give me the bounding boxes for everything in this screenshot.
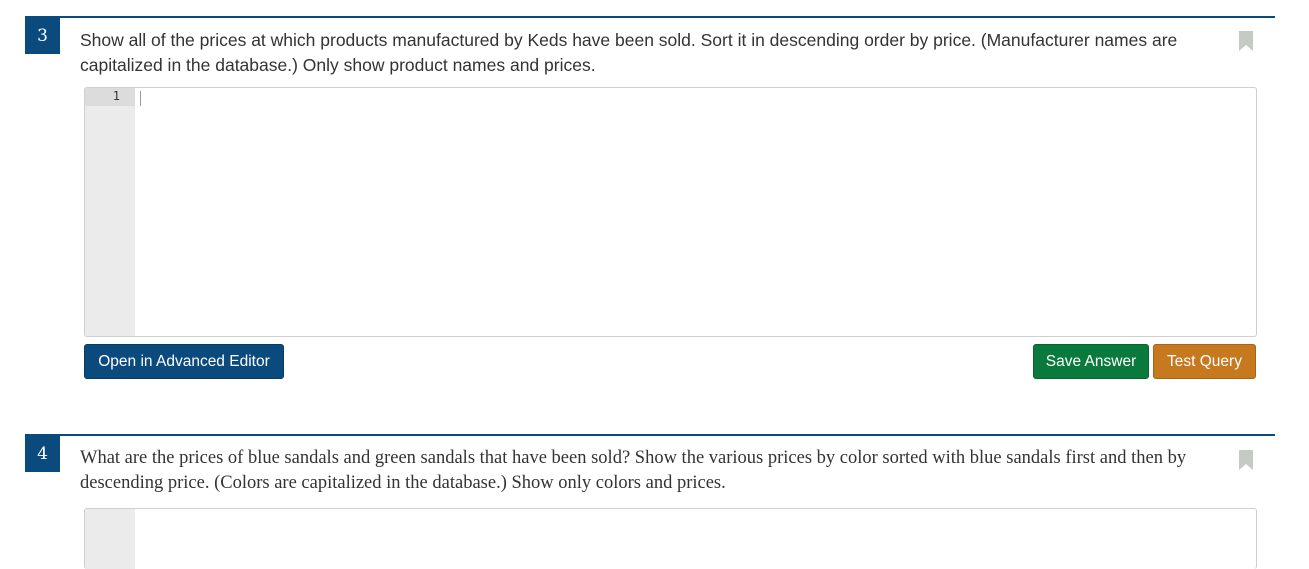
question-number: 4 [25, 436, 60, 472]
code-input[interactable] [135, 88, 1256, 336]
question-text: Show all of the prices at which products… [80, 30, 1178, 75]
editor-gutter: 1 [85, 88, 135, 336]
question-text: What are the prices of blue sandals and … [80, 448, 1187, 493]
open-advanced-editor-button[interactable]: Open in Advanced Editor [84, 344, 284, 379]
question-number: 3 [25, 18, 60, 54]
sql-editor[interactable]: 1 [84, 87, 1257, 337]
question-divider [25, 16, 1275, 18]
text-cursor [140, 91, 141, 106]
sql-editor[interactable] [84, 508, 1257, 569]
question-divider [25, 434, 1275, 436]
test-query-button[interactable]: Test Query [1153, 344, 1256, 379]
bookmark-icon[interactable] [1239, 31, 1253, 51]
editor-gutter [85, 509, 135, 569]
bookmark-icon[interactable] [1239, 450, 1253, 470]
save-answer-button[interactable]: Save Answer [1033, 344, 1149, 379]
line-number: 1 [112, 89, 120, 103]
